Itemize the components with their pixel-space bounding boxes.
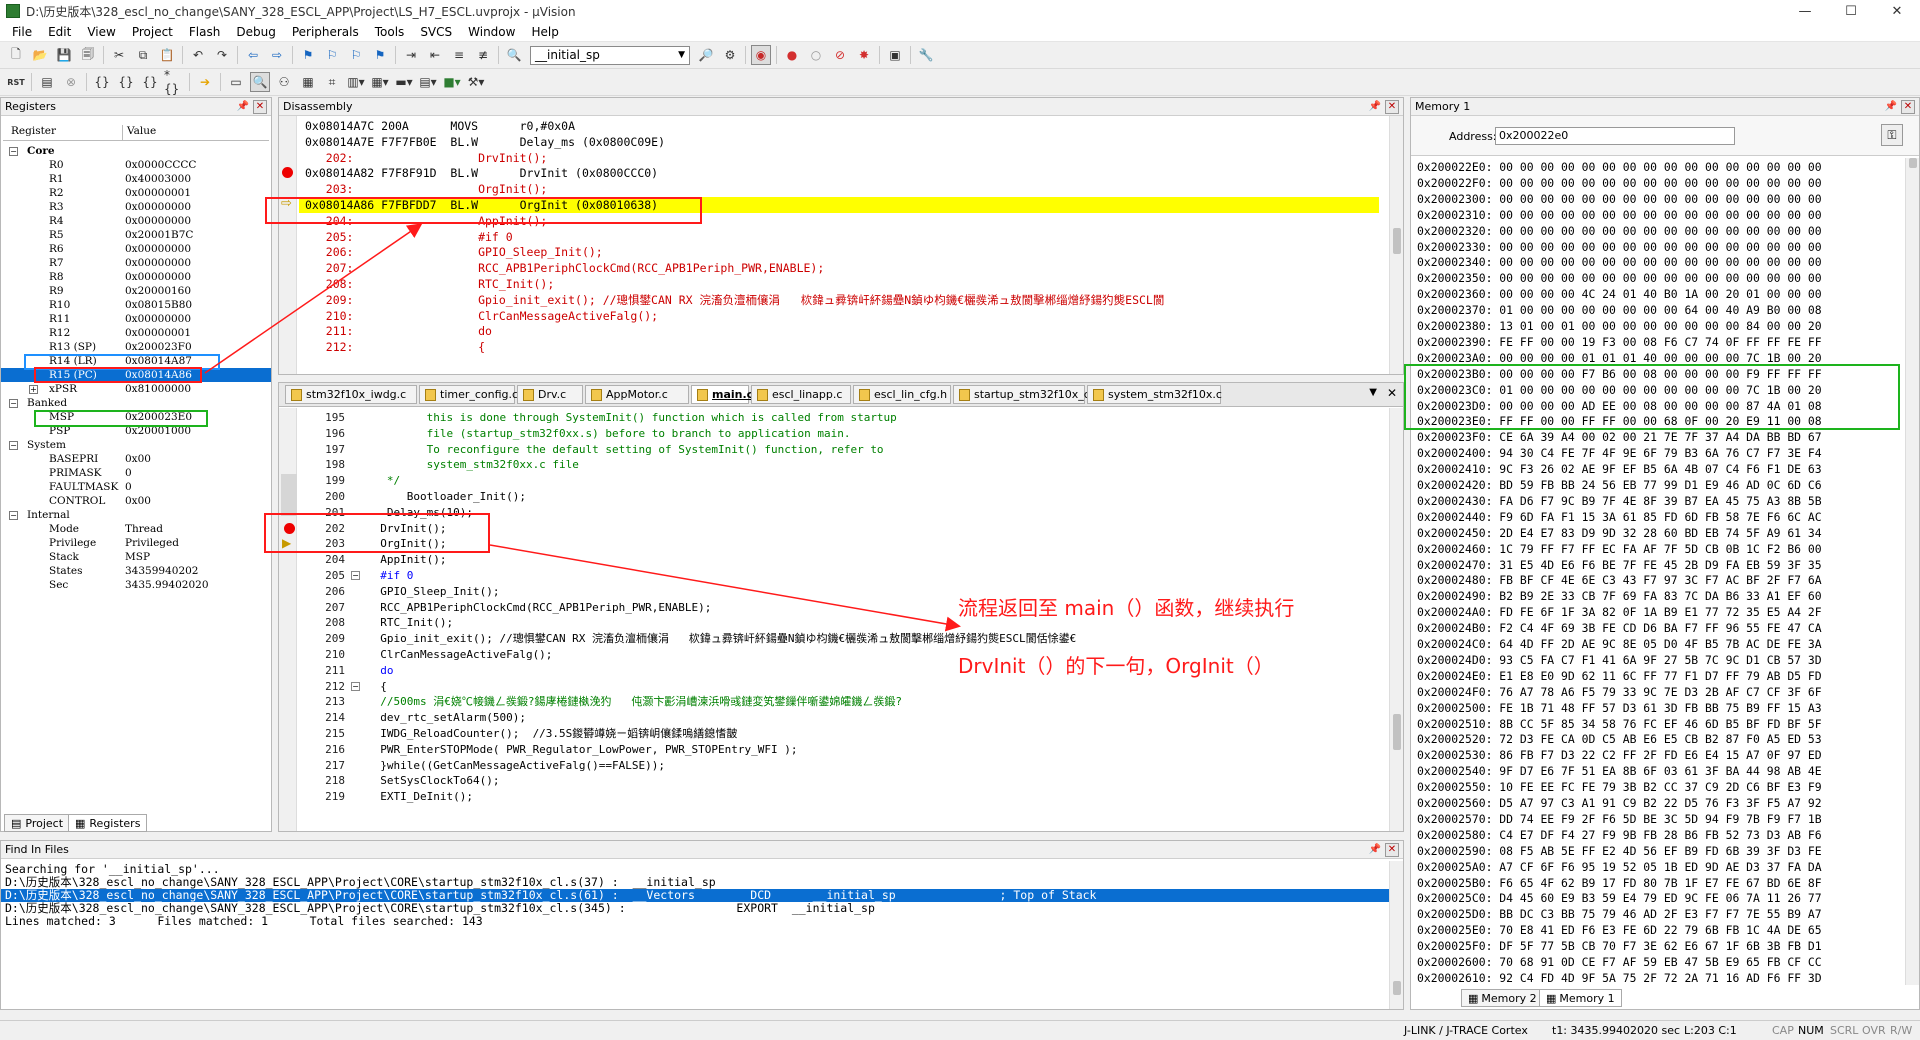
annotation-line-1: 流程返回至 main（）函数，继续执行 [958, 596, 1295, 620]
annotation-line-2: DrvInit（）的下一句，OrgInit（） [958, 654, 1274, 678]
return-arrow [489, 544, 961, 632]
pc-arrow [204, 223, 423, 374]
annotation-arrows [204, 223, 961, 632]
